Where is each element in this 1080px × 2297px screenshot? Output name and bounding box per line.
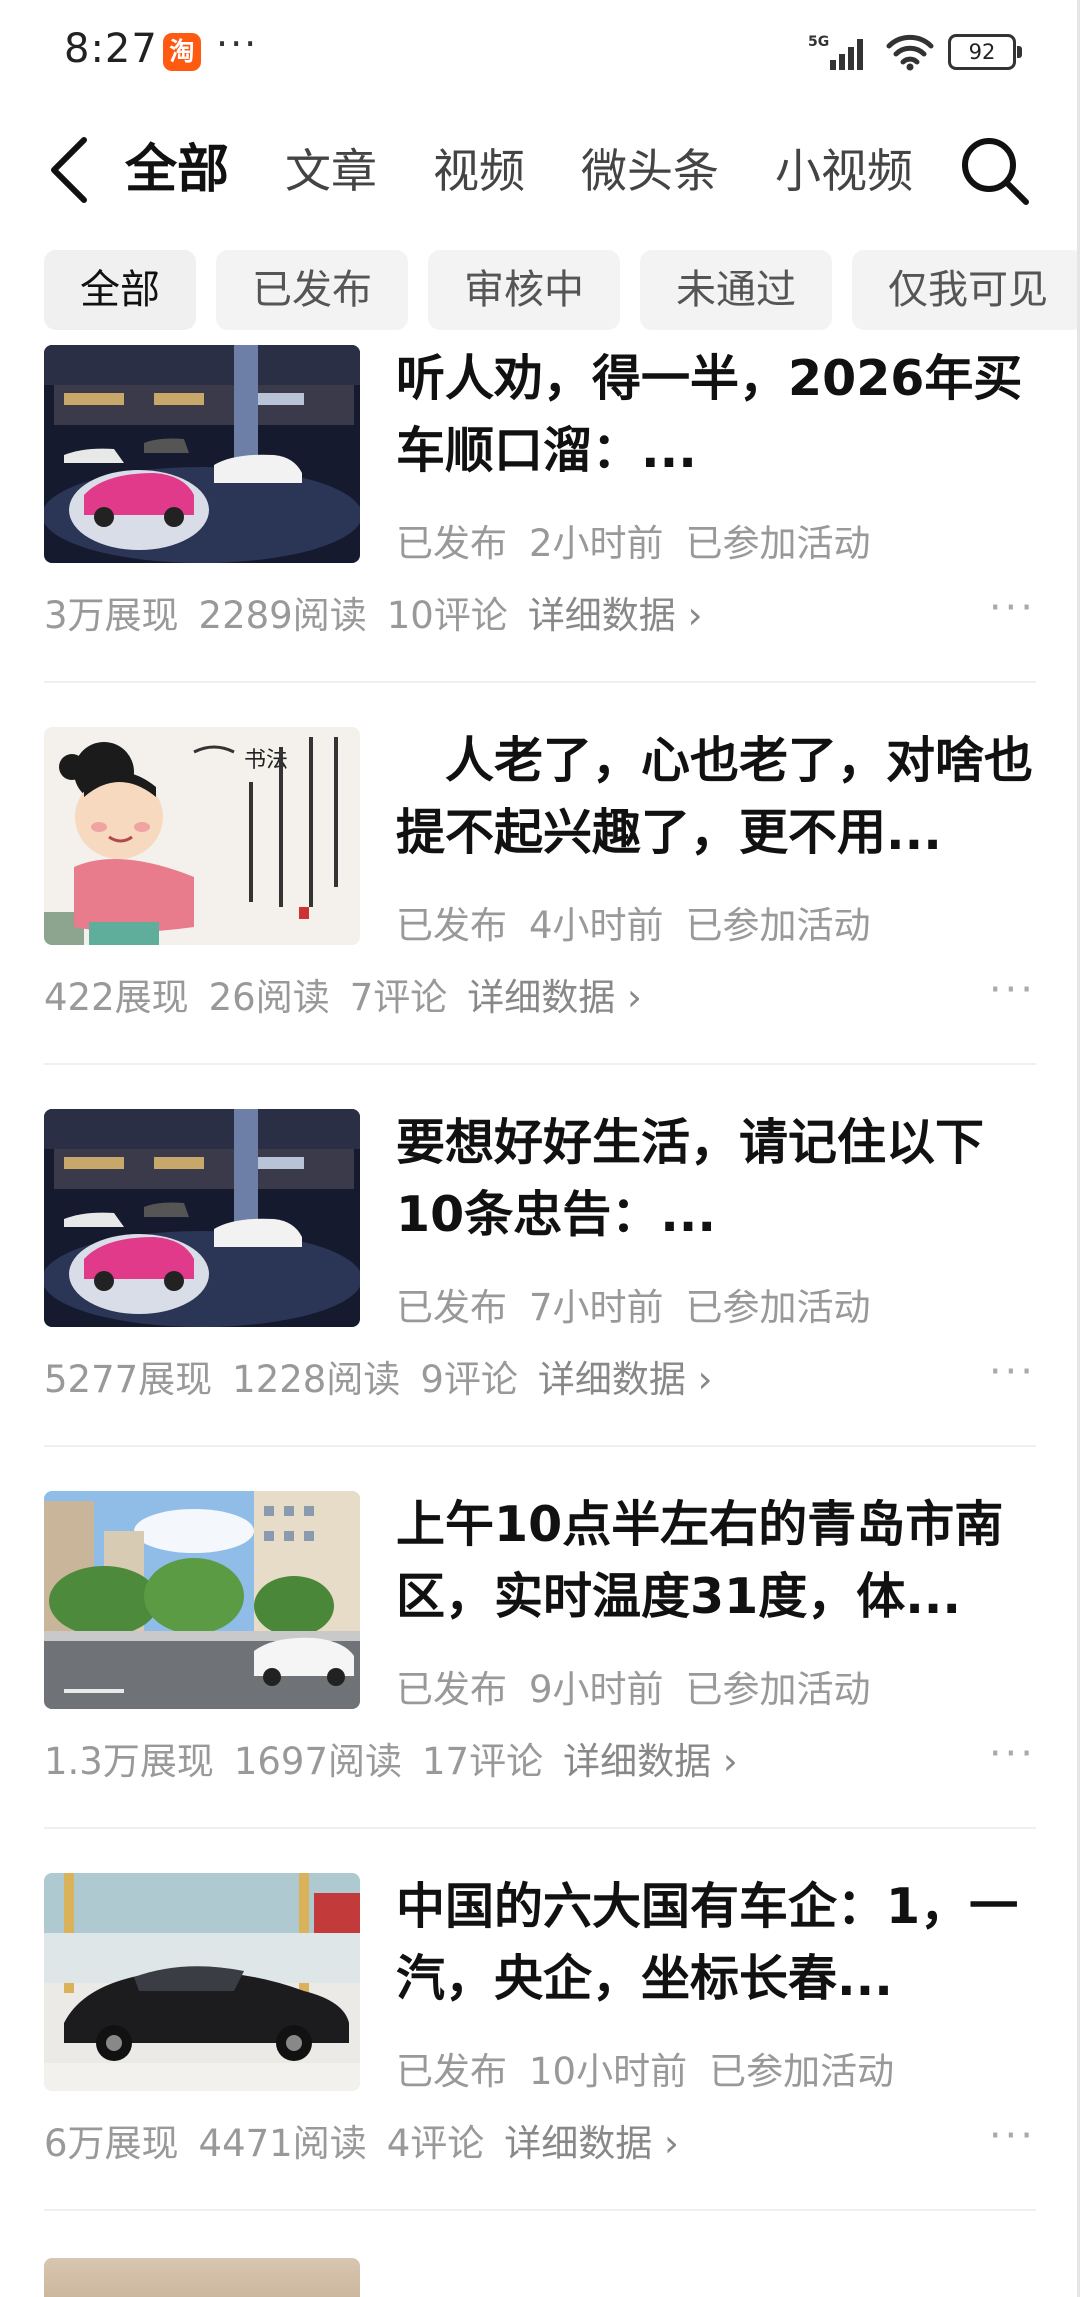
- filter-all[interactable]: 全部: [44, 250, 196, 330]
- more-options-icon[interactable]: ···: [989, 967, 1036, 1013]
- post-time: 9小时前: [529, 1668, 664, 1711]
- post-time: 4小时前: [529, 904, 664, 947]
- more-notifications-icon: ···: [216, 22, 259, 66]
- more-options-icon[interactable]: ···: [989, 1731, 1036, 1777]
- post-title[interactable]: 人老了，心也老了，对啥也提不起兴趣了，更不用...: [396, 725, 1040, 869]
- post-thumbnail[interactable]: 书法: [44, 727, 360, 945]
- post-activity-tag: 已参加活动: [685, 522, 871, 565]
- post-title[interactable]: 中国的六大国有车企：1，一汽，央企，坐标长春...: [396, 1871, 1040, 2015]
- post-thumbnail[interactable]: [44, 1491, 360, 1709]
- back-arrow-icon[interactable]: [42, 130, 102, 210]
- post-card[interactable]: 听人劝，得一半，2026年买车顺口溜：... 已发布 2小时前 已参加活动 3万展现…: [0, 343, 1080, 725]
- more-options-icon[interactable]: ···: [989, 2113, 1036, 2159]
- status-indicators: 5G 92: [808, 30, 1022, 74]
- divider: [44, 2209, 1036, 2211]
- comments-count: 17评论: [422, 1740, 544, 1783]
- post-status: 已发布: [396, 522, 507, 565]
- post-card[interactable]: 书法 人老了，心也老了，对啥也提不起兴趣了，更不用... 已发布 4小时前 已参加活…: [0, 725, 1080, 1107]
- post-title[interactable]: 上午10点半左右的青岛市南区，实时温度31度，体...: [396, 1489, 1040, 1633]
- post-meta: 已发布 4小时前 已参加活动: [396, 895, 893, 949]
- reads-count: 4471阅读: [198, 2122, 367, 2165]
- tab-all[interactable]: 全部: [125, 120, 229, 220]
- comments-count: 9评论: [420, 1358, 518, 1401]
- tab-micro-posts[interactable]: 微头条: [581, 121, 719, 220]
- detail-data-link[interactable]: 详细数据 ›: [528, 594, 703, 637]
- status-filter-chips: 全部 已发布 审核中 未通过 仅我可见: [44, 250, 1080, 330]
- comments-count: 4评论: [386, 2122, 485, 2165]
- filter-published[interactable]: 已发布: [216, 250, 408, 330]
- status-bar: 8:27 淘 ··· 5G 92: [0, 0, 1080, 100]
- post-card[interactable]: 要想好好生活，请记住以下10条忠告：... 已发布 7小时前 已参加活动 5277展…: [0, 1107, 1080, 1489]
- detail-data-link[interactable]: 详细数据 ›: [538, 1358, 713, 1401]
- filter-reviewing[interactable]: 审核中: [428, 250, 620, 330]
- reads-count: 2289阅读: [198, 594, 367, 637]
- filter-rejected[interactable]: 未通过: [640, 250, 832, 330]
- tab-articles[interactable]: 文章: [285, 121, 377, 220]
- impressions-count: 5277展现: [44, 1358, 213, 1401]
- comments-count: 7评论: [349, 976, 448, 1019]
- post-activity-tag: 已参加活动: [685, 1668, 871, 1711]
- more-options-icon[interactable]: ···: [989, 1349, 1036, 1395]
- impressions-count: 3万展现: [44, 594, 179, 637]
- signal-5g-icon: 5G: [808, 34, 863, 70]
- more-options-icon[interactable]: ···: [989, 585, 1036, 631]
- filter-private[interactable]: 仅我可见: [852, 250, 1080, 330]
- post-status: 已发布: [396, 1286, 507, 1329]
- post-status: 已发布: [396, 2050, 507, 2093]
- detail-data-link[interactable]: 详细数据 ›: [504, 2122, 679, 2165]
- status-time: 8:27: [64, 26, 158, 72]
- impressions-count: 6万展现: [44, 2122, 179, 2165]
- divider: [44, 1827, 1036, 1829]
- post-meta: 已发布 2小时前 已参加活动: [396, 513, 893, 567]
- post-stats: 3万展现 2289阅读 10评论 详细数据 ›: [44, 585, 722, 639]
- next-post-thumbnail[interactable]: [44, 2258, 360, 2297]
- post-stats: 422展现 26阅读 7评论 详细数据 ›: [44, 967, 662, 1021]
- divider: [44, 1063, 1036, 1065]
- post-thumbnail[interactable]: [44, 1109, 360, 1327]
- svg-text:5G: 5G: [808, 34, 829, 50]
- post-activity-tag: 已参加活动: [709, 2050, 895, 2093]
- post-activity-tag: 已参加活动: [685, 1286, 871, 1329]
- taobao-notification-icon: 淘: [163, 33, 201, 71]
- divider: [44, 681, 1036, 683]
- post-meta: 已发布 7小时前 已参加活动: [396, 1277, 893, 1331]
- post-time: 7小时前: [529, 1286, 664, 1329]
- top-nav: 全部 文章 视频 微头条 小视频: [0, 120, 1080, 220]
- post-stats: 1.3万展现 1697阅读 17评论 详细数据 ›: [44, 1731, 758, 1785]
- divider: [44, 1445, 1036, 1447]
- post-status: 已发布: [396, 1668, 507, 1711]
- post-time: 2小时前: [529, 522, 664, 565]
- post-stats: 5277展现 1228阅读 9评论 详细数据 ›: [44, 1349, 732, 1403]
- post-stats: 6万展现 4471阅读 4评论 详细数据 ›: [44, 2113, 699, 2167]
- reads-count: 1228阅读: [232, 1358, 401, 1401]
- post-meta: 已发布 10小时前 已参加活动: [396, 2041, 916, 2095]
- post-thumbnail[interactable]: [44, 1873, 360, 2091]
- post-list: 听人劝，得一半，2026年买车顺口溜：... 已发布 2小时前 已参加活动 3万展现…: [0, 343, 1080, 2253]
- content-type-tabs: 全部 文章 视频 微头条 小视频: [125, 120, 955, 220]
- detail-data-link[interactable]: 详细数据 ›: [467, 976, 642, 1019]
- impressions-count: 1.3万展现: [44, 1740, 214, 1783]
- detail-data-link[interactable]: 详细数据 ›: [563, 1740, 738, 1783]
- comments-count: 10评论: [386, 594, 508, 637]
- reads-count: 1697阅读: [233, 1740, 403, 1783]
- reads-count: 26阅读: [208, 976, 330, 1019]
- post-activity-tag: 已参加活动: [685, 904, 871, 947]
- post-card[interactable]: 中国的六大国有车企：1，一汽，央企，坐标长春... 已发布 10小时前 已参加活动 …: [0, 1871, 1080, 2253]
- post-title[interactable]: 要想好好生活，请记住以下10条忠告：...: [396, 1107, 1040, 1251]
- impressions-count: 422展现: [44, 976, 189, 1019]
- post-title[interactable]: 听人劝，得一半，2026年买车顺口溜：...: [396, 343, 1040, 487]
- wifi-icon: [886, 34, 934, 71]
- search-icon[interactable]: [956, 132, 1032, 208]
- post-thumbnail[interactable]: [44, 345, 360, 563]
- tab-short-videos[interactable]: 小视频: [775, 121, 913, 220]
- battery-icon: 92: [948, 34, 1022, 70]
- tab-videos[interactable]: 视频: [433, 121, 525, 220]
- post-status: 已发布: [396, 904, 507, 947]
- post-time: 10小时前: [529, 2050, 688, 2093]
- post-meta: 已发布 9小时前 已参加活动: [396, 1659, 893, 1713]
- post-card[interactable]: 上午10点半左右的青岛市南区，实时温度31度，体... 已发布 9小时前 已参加活动…: [0, 1489, 1080, 1871]
